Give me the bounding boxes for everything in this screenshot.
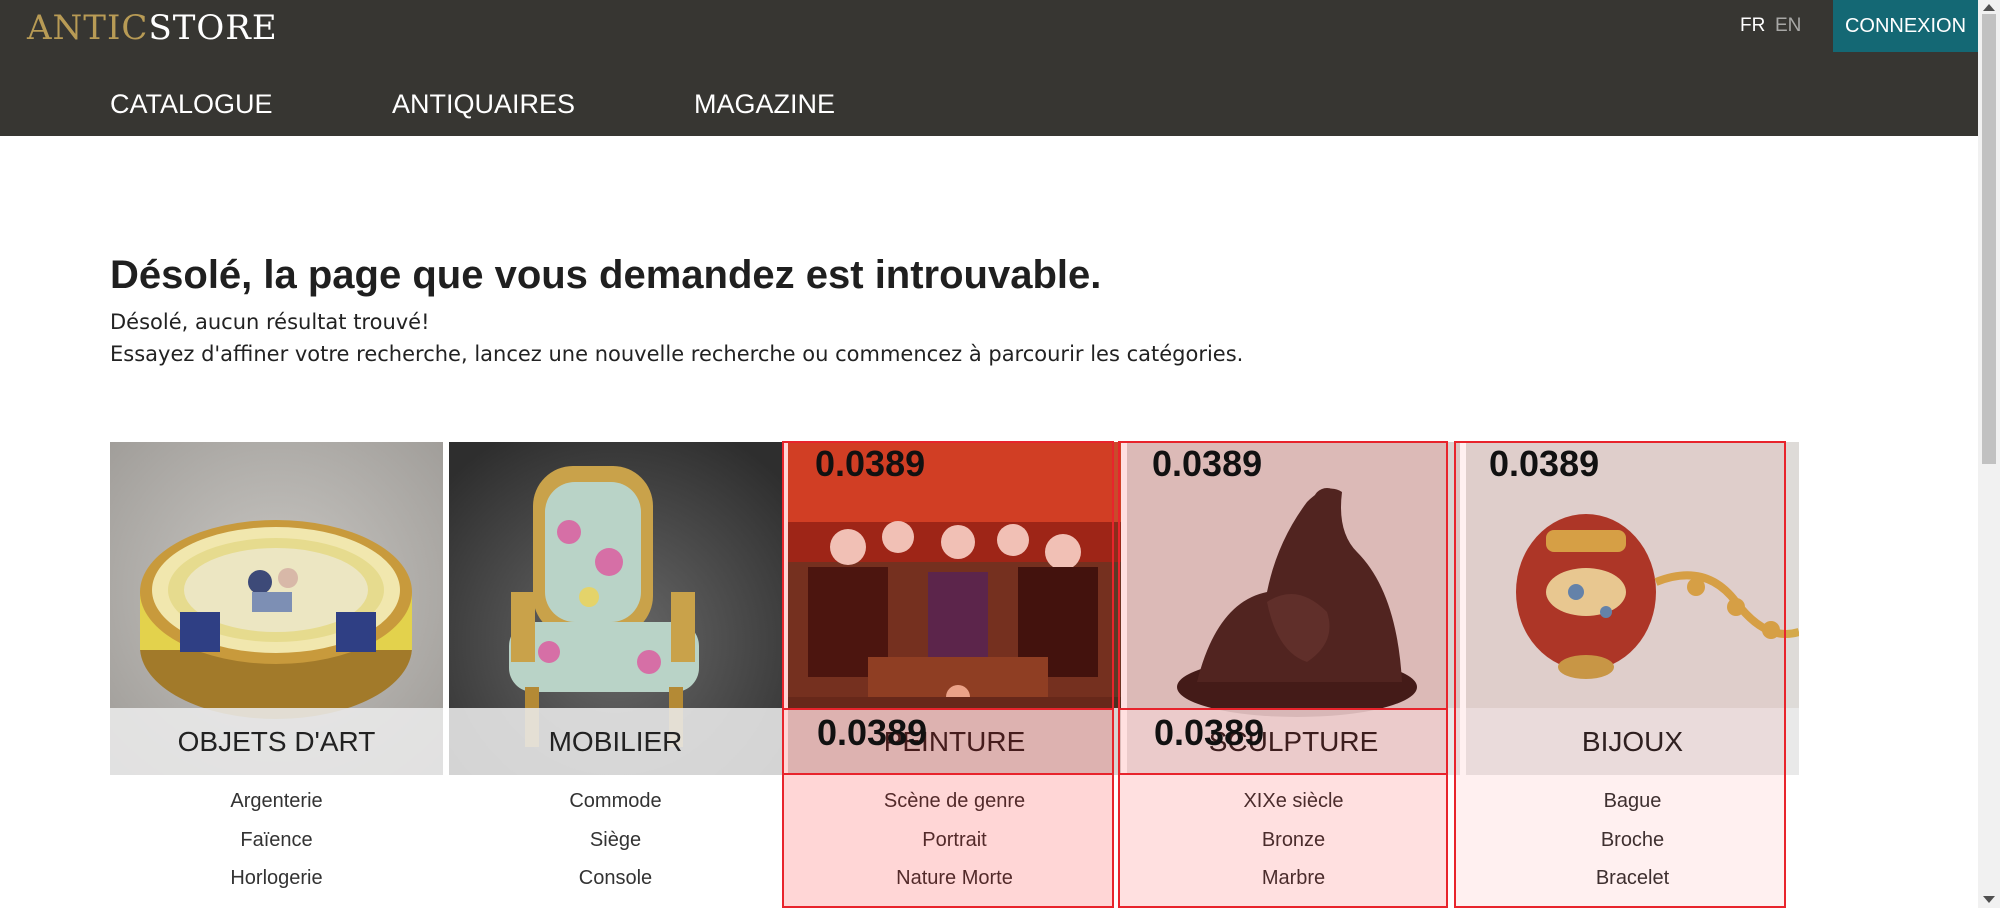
- logo-antic: ANTIC: [27, 8, 149, 48]
- sublink-faience[interactable]: Faïence: [110, 827, 443, 853]
- overlay-score: 0.0389: [1152, 443, 1263, 484]
- scroll-down-icon[interactable]: [1983, 896, 1995, 903]
- category-title[interactable]: MOBILIER: [449, 708, 782, 775]
- sublink-console[interactable]: Console: [449, 865, 782, 891]
- logo-store: STORE: [148, 8, 278, 48]
- page-title: Désolé, la page que vous demandez est in…: [110, 253, 1102, 297]
- scroll-thumb[interactable]: [1982, 14, 1996, 464]
- overlay-score: 0.0389: [1489, 443, 1600, 484]
- lang-fr-link[interactable]: FR: [1740, 14, 1765, 38]
- scroll-up-icon[interactable]: [1983, 4, 1995, 11]
- nav-catalogue[interactable]: CATALOGUE: [110, 86, 273, 122]
- overlay-box-bijoux: [1454, 441, 1786, 908]
- overlay-score: 0.0389: [817, 712, 928, 753]
- sublink-siege[interactable]: Siège: [449, 827, 782, 853]
- category-objets-dart[interactable]: OBJETS D'ART Argenterie Faïence Horloger…: [110, 442, 443, 908]
- category-mobilier[interactable]: MOBILIER Commode Siège Console: [449, 442, 782, 908]
- overlay-box-sculpture: [1118, 441, 1448, 908]
- page-scrollbar[interactable]: [1978, 0, 2000, 908]
- sublink-horlogerie[interactable]: Horlogerie: [110, 865, 443, 891]
- overlay-box-peinture: [782, 441, 1114, 908]
- overlay-score: 0.0389: [1154, 712, 1265, 753]
- login-button[interactable]: CONNEXION: [1833, 0, 1978, 52]
- search-hint-text: Essayez d'affiner votre recherche, lance…: [110, 342, 1244, 366]
- site-logo[interactable]: ANTICSTORE: [27, 6, 278, 50]
- no-result-text: Désolé, aucun résultat trouvé!: [110, 310, 430, 334]
- nav-magazine[interactable]: MAGAZINE: [694, 86, 835, 122]
- site-header: ANTICSTORE FR EN CONNEXION CATALOGUE ANT…: [0, 0, 1978, 136]
- sublink-commode[interactable]: Commode: [449, 788, 782, 814]
- lang-en-link[interactable]: EN: [1775, 14, 1801, 38]
- category-title[interactable]: OBJETS D'ART: [110, 708, 443, 775]
- overlay-score: 0.0389: [815, 443, 926, 484]
- nav-antiquaires[interactable]: ANTIQUAIRES: [392, 86, 575, 122]
- sublink-argenterie[interactable]: Argenterie: [110, 788, 443, 814]
